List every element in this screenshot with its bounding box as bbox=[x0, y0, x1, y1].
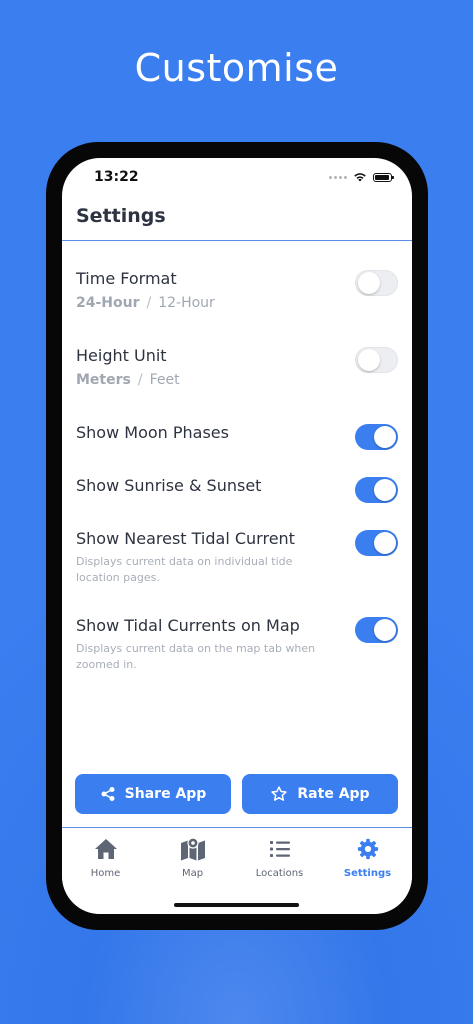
height-unit-option-meters[interactable]: Meters bbox=[76, 372, 131, 388]
rate-app-button[interactable]: Rate App bbox=[242, 774, 398, 814]
setting-label: Height Unit bbox=[76, 346, 167, 365]
setting-label: Show Tidal Currents on Map bbox=[76, 616, 300, 635]
tab-bar: Home Map Locations Settings bbox=[62, 827, 412, 914]
tab-map[interactable]: Map bbox=[149, 836, 236, 879]
share-app-label: Share App bbox=[124, 786, 207, 802]
setting-label: Show Nearest Tidal Current bbox=[76, 529, 295, 548]
toggle-knob bbox=[374, 426, 396, 448]
toggle-knob bbox=[374, 532, 396, 554]
tidal-currents-map-toggle[interactable] bbox=[355, 617, 398, 643]
phone-screen: 13:22 Settings Time Format 24-Hour / 12-Ho… bbox=[62, 158, 412, 914]
tab-label: Map bbox=[181, 868, 204, 879]
toggle-knob bbox=[374, 479, 396, 501]
toggle-knob bbox=[358, 272, 380, 294]
share-icon bbox=[101, 787, 115, 801]
setting-label: Time Format bbox=[76, 269, 177, 288]
star-icon bbox=[271, 786, 288, 801]
height-unit-option-feet[interactable]: Feet bbox=[150, 372, 180, 388]
setting-sunrise-sunset: Show Sunrise & Sunset bbox=[76, 475, 398, 503]
tab-label: Locations bbox=[255, 868, 304, 879]
tab-locations[interactable]: Locations bbox=[236, 836, 323, 879]
time-format-options: 24-Hour / 12-Hour bbox=[76, 295, 398, 311]
tab-settings[interactable]: Settings bbox=[324, 836, 411, 879]
setting-moon-phases: Show Moon Phases bbox=[76, 422, 398, 450]
setting-height-unit: Height Unit Meters / Feet bbox=[76, 345, 398, 388]
time-format-option-12h[interactable]: 12-Hour bbox=[158, 295, 215, 311]
nearest-tidal-current-toggle[interactable] bbox=[355, 530, 398, 556]
list-icon bbox=[269, 841, 290, 857]
map-icon bbox=[180, 837, 205, 861]
setting-nearest-tidal-current: Show Nearest Tidal Current Displays curr… bbox=[76, 528, 398, 586]
gear-icon bbox=[357, 838, 378, 860]
time-format-toggle[interactable] bbox=[355, 270, 398, 296]
tab-label: Settings bbox=[343, 868, 392, 879]
height-unit-options: Meters / Feet bbox=[76, 372, 398, 388]
status-bar: 13:22 bbox=[62, 166, 412, 190]
wifi-icon bbox=[354, 173, 366, 182]
time-format-option-24h[interactable]: 24-Hour bbox=[76, 295, 140, 311]
home-indicator[interactable] bbox=[174, 903, 299, 907]
sunrise-sunset-toggle[interactable] bbox=[355, 477, 398, 503]
home-icon bbox=[94, 839, 117, 859]
moon-phases-toggle[interactable] bbox=[355, 424, 398, 450]
rate-app-label: Rate App bbox=[297, 786, 370, 802]
tab-home[interactable]: Home bbox=[62, 836, 149, 879]
page-headline: Customise bbox=[134, 46, 339, 90]
setting-description: Displays current data on the map tab whe… bbox=[76, 642, 316, 671]
option-separator: / bbox=[137, 372, 143, 388]
toggle-knob bbox=[374, 619, 396, 641]
height-unit-toggle[interactable] bbox=[355, 347, 398, 373]
setting-time-format: Time Format 24-Hour / 12-Hour bbox=[76, 268, 398, 311]
setting-label: Show Sunrise & Sunset bbox=[76, 476, 262, 495]
page-title: Settings bbox=[76, 205, 166, 227]
toggle-knob bbox=[358, 349, 380, 371]
tab-label: Home bbox=[90, 868, 121, 879]
option-separator: / bbox=[146, 295, 152, 311]
battery-icon bbox=[373, 172, 394, 182]
setting-description: Displays current data on individual tide… bbox=[76, 555, 293, 584]
setting-label: Show Moon Phases bbox=[76, 423, 229, 442]
status-icons bbox=[329, 172, 394, 182]
nav-header: Settings bbox=[62, 200, 412, 241]
setting-tidal-currents-map: Show Tidal Currents on Map Displays curr… bbox=[76, 615, 398, 673]
signal-icon bbox=[329, 175, 347, 179]
share-app-button[interactable]: Share App bbox=[75, 774, 231, 814]
phone-frame: 13:22 Settings Time Format 24-Hour / 12-Ho… bbox=[46, 142, 428, 930]
status-time: 13:22 bbox=[94, 169, 139, 185]
